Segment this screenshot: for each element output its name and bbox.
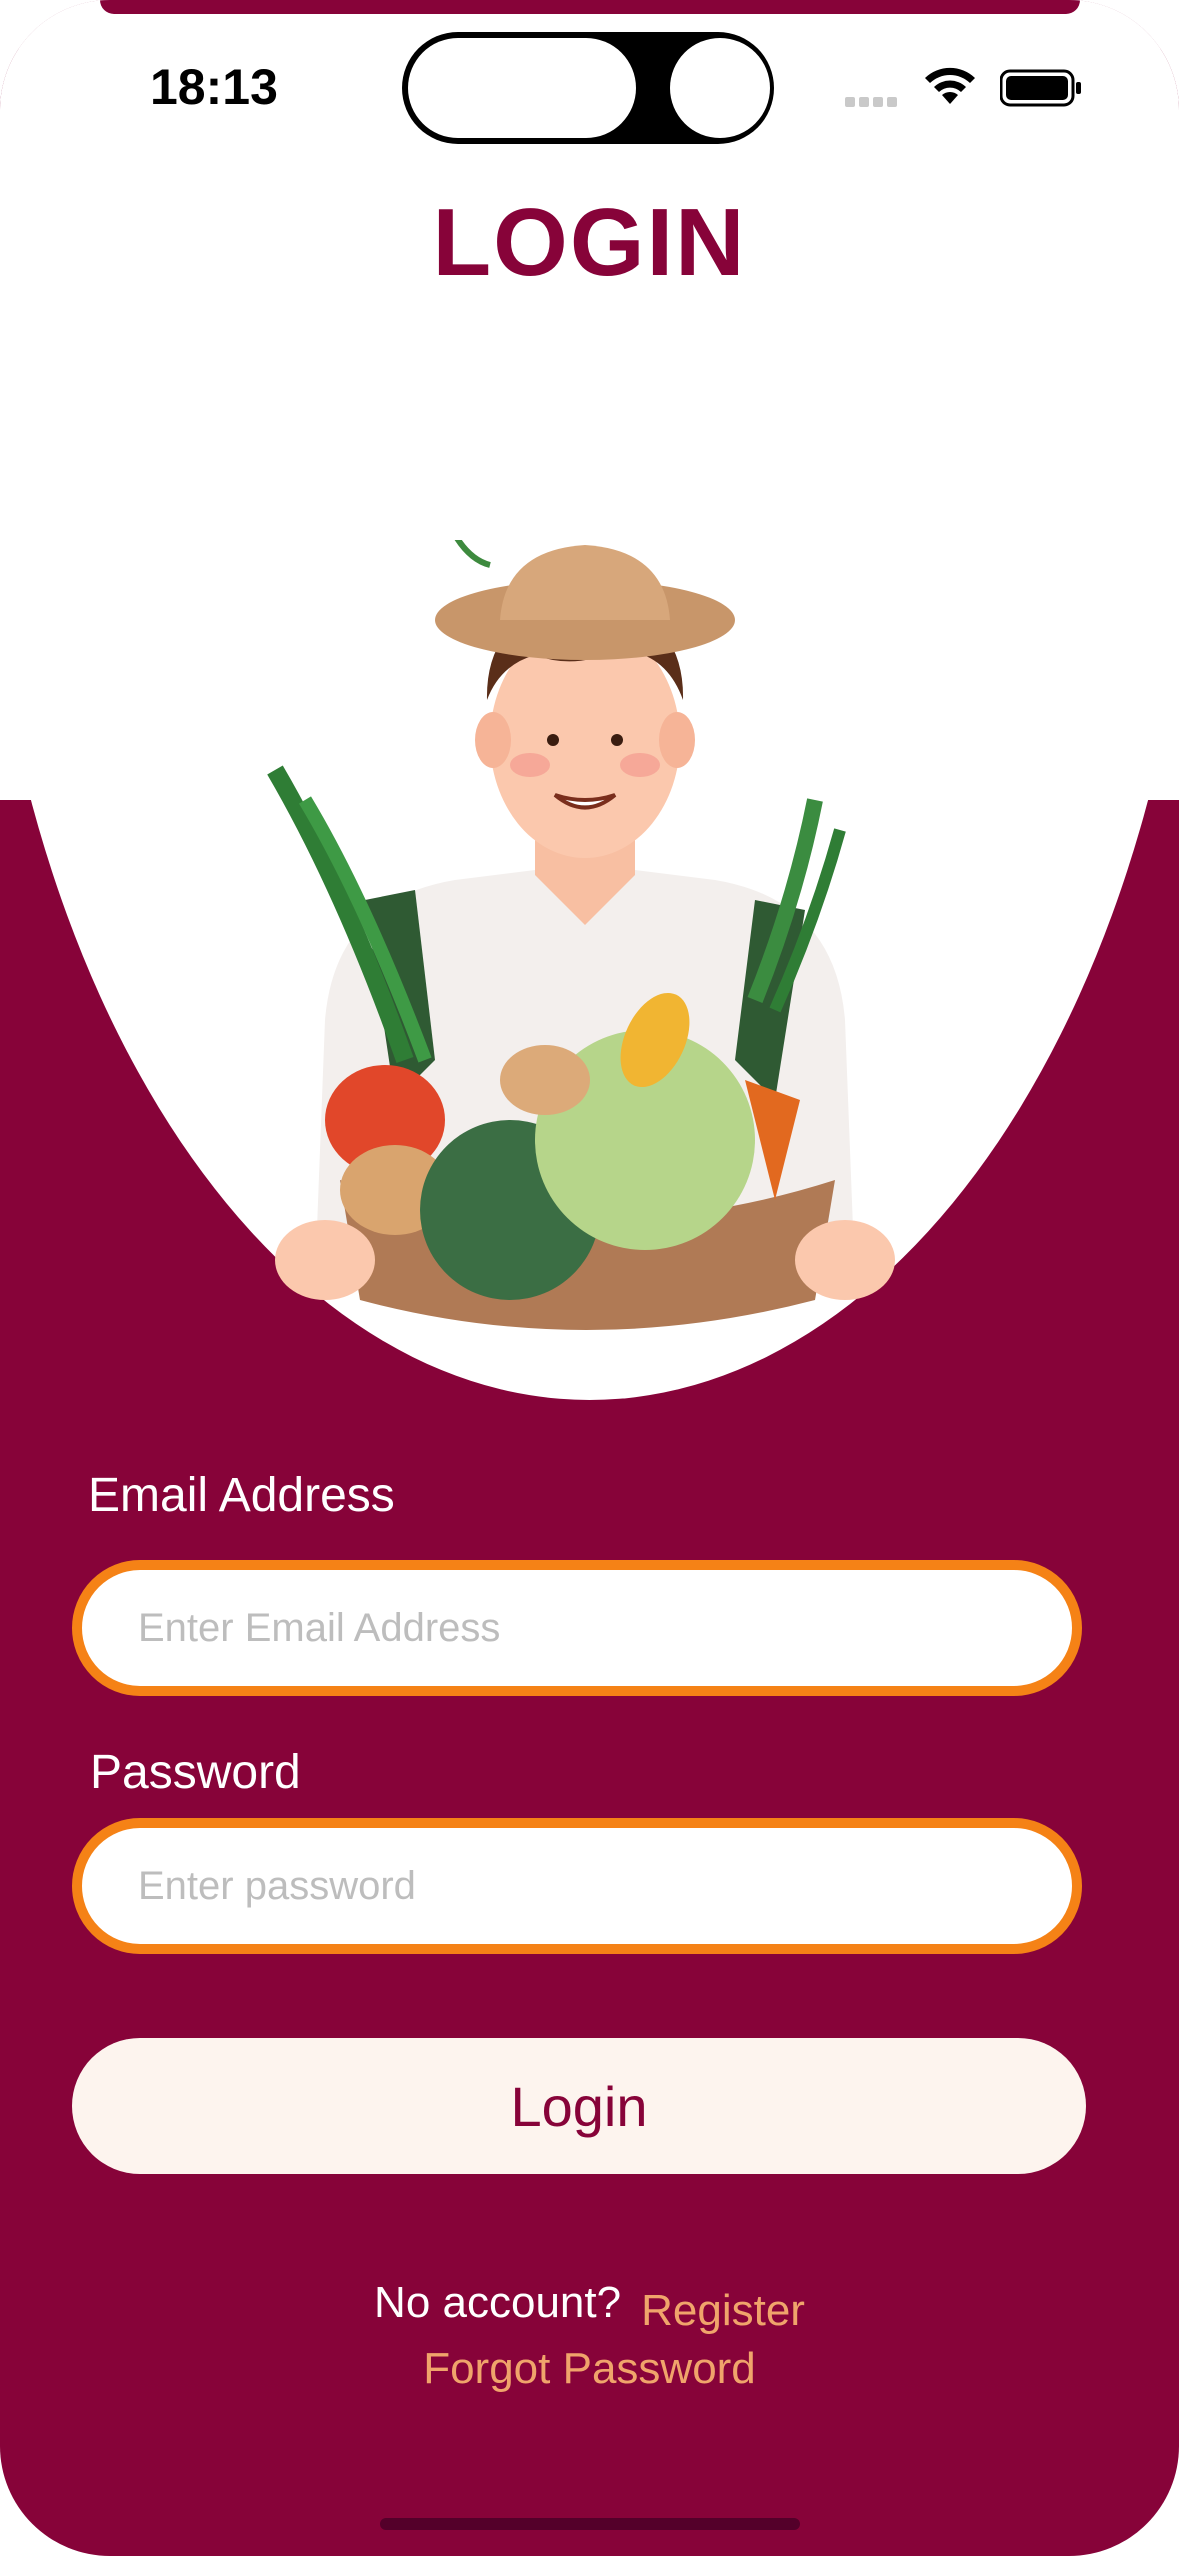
signal-icon — [845, 94, 905, 107]
island-dot — [670, 38, 770, 138]
no-account-text: No account? — [374, 2278, 622, 2327]
login-button[interactable]: Login — [72, 2038, 1086, 2174]
wifi-icon — [925, 67, 975, 104]
email-input[interactable] — [82, 1570, 1072, 1686]
password-field[interactable] — [72, 1818, 1082, 1954]
app-screen: 18:13 LOGIN Email Address Enter Email Ad… — [0, 0, 1179, 2556]
screen-top-rim — [100, 0, 1080, 14]
email-field[interactable] — [72, 1560, 1082, 1696]
password-input[interactable] — [82, 1828, 1072, 1944]
password-label: Password — [90, 1746, 301, 1799]
island-pill — [408, 38, 636, 138]
forgot-password-link[interactable]: Forgot Password — [0, 2344, 1179, 2394]
home-indicator[interactable] — [380, 2518, 800, 2530]
register-row: No account? Register — [0, 2278, 1179, 2335]
page-title: LOGIN — [432, 189, 747, 296]
email-label: Email Address — [88, 1469, 395, 1522]
status-time: 18:13 — [150, 59, 278, 115]
battery-icon — [1000, 69, 1081, 107]
register-link[interactable]: Register — [641, 2286, 805, 2335]
farmer-with-vegetable-basket-illustration — [267, 540, 895, 1330]
